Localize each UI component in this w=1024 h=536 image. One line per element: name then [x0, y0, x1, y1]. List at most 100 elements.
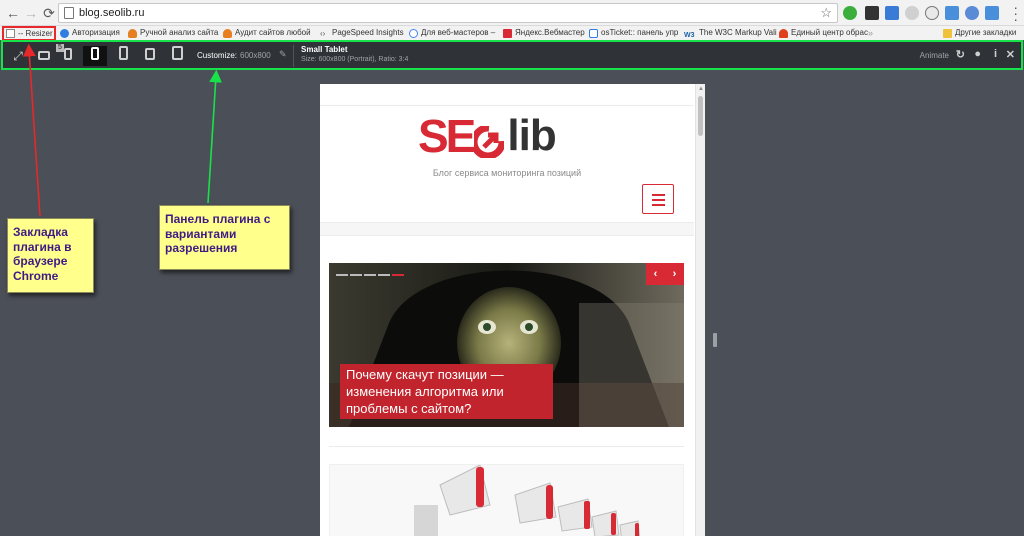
close-icon[interactable]: ✕	[1006, 48, 1015, 61]
annotation-panel-note: Панель плагина с вариантами разрешения	[159, 205, 290, 270]
extension-blue-icon[interactable]	[885, 6, 899, 20]
bookmark-label: -- Resizer	[18, 28, 53, 38]
bookmark-label: Другие закладки	[955, 28, 1017, 37]
bookmark-label: Яндекс.Вебмастер	[515, 28, 585, 37]
bookmark-item[interactable]: Единый центр обрас	[779, 26, 868, 40]
slider-dot[interactable]	[364, 274, 376, 276]
bookmark-label: osTicket:: панель упр	[601, 28, 679, 37]
bookmark-label: PageSpeed Insights	[332, 28, 404, 37]
preset-small-tablet-button[interactable]	[83, 46, 107, 66]
refresh-icon[interactable]: ↻	[956, 48, 965, 61]
preset-phone-button[interactable]: 5	[56, 44, 80, 66]
bookmarks-bar: -- Resizer Авторизация Ручной анализ сай…	[0, 26, 1024, 41]
annotation-bookmark-note: Закладка плагина в браузере Chrome	[7, 218, 94, 293]
logo-text-seo: SE	[418, 110, 476, 162]
menu-hamburger-button[interactable]	[642, 184, 674, 214]
url-text[interactable]: blog.seolib.ru	[79, 7, 144, 19]
check-circle-icon	[60, 28, 69, 38]
document-icon	[589, 28, 598, 38]
bookmark-item[interactable]: Авторизация	[60, 26, 120, 40]
logo-arrow-icon	[470, 124, 506, 160]
bookmark-resizer[interactable]: -- Resizer	[2, 26, 56, 41]
post-thumbnail[interactable]	[329, 464, 684, 536]
extension-wordpress-icon[interactable]	[925, 6, 939, 20]
slider-dots[interactable]	[336, 274, 404, 276]
scroll-thumb[interactable]	[698, 96, 703, 136]
extension-eyedropper-icon[interactable]	[865, 6, 879, 20]
scroll-up-icon[interactable]: ▲	[698, 86, 704, 92]
panel-arrow	[207, 69, 222, 204]
slide-caption-link[interactable]: Почему скачут позиции — изменения алгори…	[340, 364, 553, 419]
bookmark-star-icon[interactable]: ☆	[820, 5, 832, 21]
extension-gear-icon[interactable]	[905, 6, 919, 20]
preset-info: Size: 600x800 (Portrait), Ratio: 3:4	[301, 56, 409, 63]
megaphones-image	[414, 465, 641, 536]
more-bookmarks-icon[interactable]: »	[868, 26, 873, 40]
flame-icon	[223, 28, 232, 38]
shield-icon	[779, 28, 788, 38]
extension-cloud-icon[interactable]	[965, 6, 979, 20]
bookmark-label: Аудит сайтов любой	[235, 28, 311, 37]
extension-green-icon[interactable]	[843, 6, 857, 20]
w3c-icon: W3	[684, 31, 695, 39]
panel-divider	[293, 45, 294, 67]
featured-slider[interactable]: ‹ › Почему скачут позиции — изменения ал…	[329, 263, 684, 427]
resize-handle[interactable]	[713, 333, 717, 347]
slider-dot[interactable]	[378, 274, 390, 276]
preset-title: Small Tablet	[301, 45, 348, 54]
preset-laptop-button[interactable]	[138, 46, 162, 66]
edit-pencil-icon[interactable]: ✎	[279, 49, 287, 60]
slider-dot-active[interactable]	[392, 274, 404, 276]
preset-badge: 5	[56, 44, 64, 52]
animate-toggle[interactable]: Animate	[920, 51, 949, 60]
address-bar[interactable]: blog.seolib.ru ☆	[58, 3, 838, 23]
bookmark-label: Ручной анализ сайта	[140, 28, 219, 37]
bookmark-item[interactable]: Для веб-мастеров –	[409, 26, 495, 40]
extension-window-icon[interactable]	[945, 6, 959, 20]
back-icon[interactable]: ←	[4, 4, 22, 22]
slider-prev-icon[interactable]: ‹	[654, 268, 658, 280]
slider-next-icon[interactable]: ›	[673, 268, 677, 280]
preset-desktop-button[interactable]	[165, 46, 189, 66]
page-icon	[6, 29, 15, 38]
resizer-plugin-panel: ⤢ 5 Customize: 600x800 ✎ Small Tablet Siz…	[1, 40, 1023, 70]
bookmark-item[interactable]: Ручной анализ сайта	[128, 26, 218, 40]
bookmark-item[interactable]: ‹› PageSpeed Insights	[320, 26, 404, 40]
slider-nav: ‹ ›	[646, 263, 684, 285]
customize-value[interactable]: 600x800	[240, 51, 271, 60]
preset-tablet-button[interactable]	[111, 46, 135, 66]
bookmark-item[interactable]: W3 The W3C Markup Vali	[684, 26, 777, 40]
code-icon: ‹›	[320, 28, 326, 38]
fullscreen-icon[interactable]: ⤢	[6, 46, 30, 66]
forward-icon[interactable]: →	[22, 4, 40, 22]
flame-icon	[128, 28, 137, 38]
extension-screen-icon[interactable]	[985, 6, 999, 20]
preset-rotate-button[interactable]	[32, 46, 56, 66]
device-viewport[interactable]: SE lib Блог сервиса мониторинга позиций	[320, 84, 705, 536]
bookmark-label: Единый центр обрас	[791, 28, 868, 37]
bookmark-label: Авторизация	[72, 28, 120, 37]
header-divider	[320, 105, 694, 106]
slider-dot[interactable]	[336, 274, 348, 276]
water-drop-icon[interactable]: ●	[974, 48, 981, 60]
page-icon	[64, 7, 74, 19]
bookmark-item[interactable]: Аудит сайтов любой	[223, 26, 311, 40]
yandex-icon	[503, 28, 512, 38]
chrome-menu-icon[interactable]: · · ·	[1013, 0, 1018, 26]
bookmark-label: Для веб-мастеров –	[421, 28, 496, 37]
slider-dot[interactable]	[350, 274, 362, 276]
site-logo[interactable]: SE lib	[418, 110, 557, 162]
nav-band	[320, 222, 694, 236]
other-bookmarks[interactable]: Другие закладки	[943, 26, 1016, 40]
folder-icon	[943, 28, 952, 38]
google-icon	[409, 28, 418, 38]
customize-field[interactable]: Customize: 600x800	[197, 51, 271, 60]
site-tagline: Блог сервиса мониторинга позиций	[432, 168, 582, 178]
browser-toolbar: ← → ⟳ blog.seolib.ru ☆ · · ·	[0, 0, 1024, 26]
bookmark-label: The W3C Markup Vali	[699, 28, 777, 37]
reload-icon[interactable]: ⟳	[40, 4, 58, 22]
info-icon[interactable]: i	[994, 48, 997, 60]
bookmark-item[interactable]: Яндекс.Вебмастер	[503, 26, 585, 40]
bookmark-item[interactable]: osTicket:: панель упр	[589, 26, 678, 40]
viewport-scrollbar[interactable]: ▲	[695, 84, 705, 536]
